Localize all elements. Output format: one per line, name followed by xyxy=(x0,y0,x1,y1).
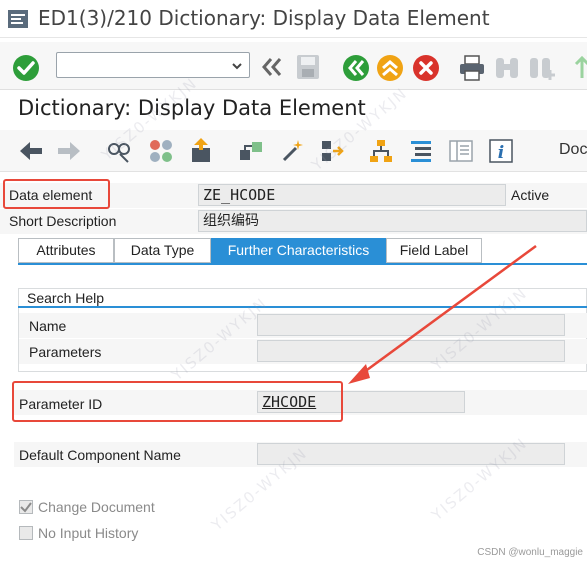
screen-title: Dictionary: Display Data Element xyxy=(18,96,366,120)
hierarchy-icon[interactable] xyxy=(368,138,394,167)
documentation-icon[interactable] xyxy=(448,138,474,167)
parameter-id-label: Parameter ID xyxy=(19,396,103,412)
change-document-checkbox[interactable] xyxy=(19,500,33,514)
data-element-label: Data element xyxy=(9,187,93,203)
display-change-icon[interactable] xyxy=(148,138,174,167)
search-help-name-label: Name xyxy=(29,318,67,334)
data-element-field[interactable]: ZE_HCODE xyxy=(198,184,506,206)
activate-icon[interactable] xyxy=(188,136,214,167)
find-icon[interactable] xyxy=(494,54,520,85)
cancel-icon[interactable] xyxy=(412,54,440,85)
search-help-title: Search Help xyxy=(27,290,105,306)
short-description-label: Short Description xyxy=(9,213,117,229)
change-document-label: Change Document xyxy=(38,499,155,515)
back-arrow-icon[interactable] xyxy=(18,140,44,165)
tab-attributes[interactable]: Attributes xyxy=(18,238,114,263)
save-icon[interactable] xyxy=(296,54,320,83)
collapse-icon[interactable] xyxy=(260,56,284,81)
magic-wand-icon[interactable] xyxy=(280,138,306,167)
tab-data-type[interactable]: Data Type xyxy=(114,238,211,263)
outline-icon[interactable] xyxy=(408,138,434,167)
chevron-down-icon[interactable] xyxy=(231,59,243,71)
svg-text:i: i xyxy=(498,143,504,163)
short-description-field[interactable]: 组织编码 xyxy=(198,210,587,232)
command-field[interactable] xyxy=(56,52,250,78)
no-input-history-checkbox[interactable] xyxy=(19,526,33,540)
window-title: ED1(3)/210 Dictionary: Display Data Elem… xyxy=(38,6,490,30)
window-titlebar: ED1(3)/210 Dictionary: Display Data Elem… xyxy=(0,0,587,38)
find-next-icon[interactable] xyxy=(528,54,556,85)
page-up-icon[interactable] xyxy=(574,54,587,85)
status-text: Active xyxy=(511,187,550,203)
default-component-label: Default Component Name xyxy=(19,447,181,463)
exit-icon[interactable] xyxy=(376,54,404,85)
doc-button[interactable]: Doc xyxy=(559,141,587,159)
sap-app-icon xyxy=(8,10,28,28)
forward-arrow-icon[interactable] xyxy=(56,140,82,165)
print-icon[interactable] xyxy=(458,54,486,85)
check-icon[interactable] xyxy=(238,138,264,167)
search-help-parameters-label: Parameters xyxy=(29,344,102,360)
no-input-history-label: No Input History xyxy=(38,525,139,541)
parameter-id-field[interactable]: ZHCODE xyxy=(257,391,465,413)
info-icon[interactable]: i xyxy=(488,138,514,167)
enter-icon[interactable] xyxy=(12,54,40,85)
credit-text: CSDN @wonlu_maggie xyxy=(477,547,583,558)
back-icon[interactable] xyxy=(342,54,370,85)
